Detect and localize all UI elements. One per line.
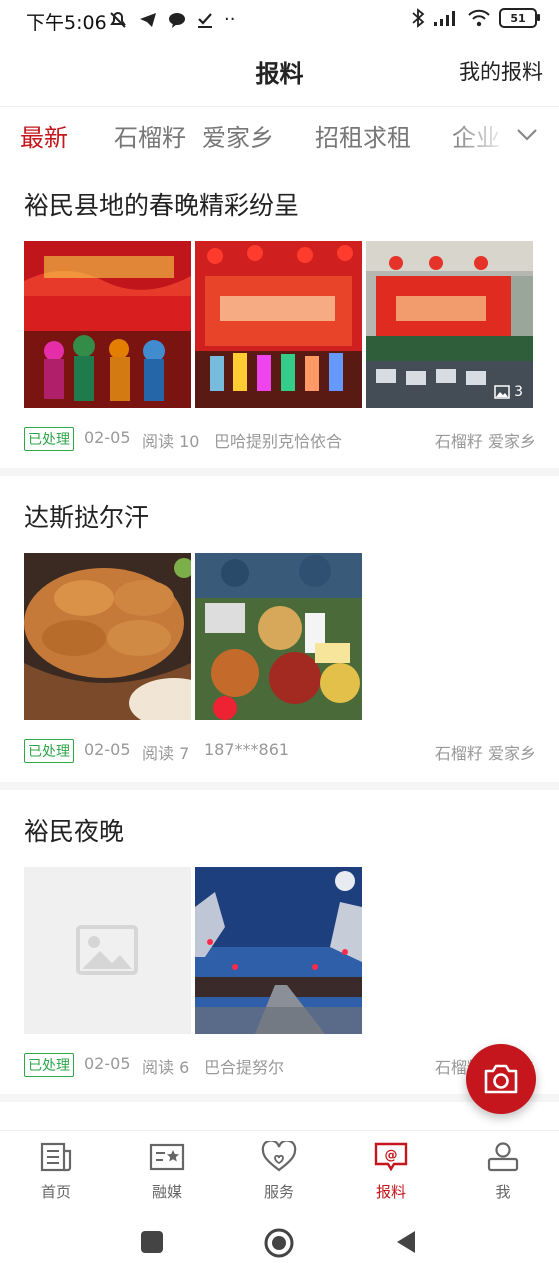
status-badge: 已处理 [24,739,74,763]
status-time: 下午5:06 [26,12,107,34]
tabs-fade [449,108,509,164]
post-image[interactable] [195,867,362,1034]
image-count: 3 [494,384,523,400]
nav-label: 首页 [40,1183,71,1201]
app-header: 报料 我的报料 [0,42,559,107]
post-title[interactable]: 裕民县地的春晚精彩纷呈 [24,186,299,222]
back-triangle-icon [397,1231,415,1253]
post-tags: 石榴籽 爱家乡 [434,744,536,763]
post-read-count: 阅读 7 [142,744,190,763]
post-meta: 已处理 02-05 阅读 7 187***861 石榴籽 爱家乡 [24,738,536,764]
tab-rental[interactable]: 招租求租 [315,118,411,153]
post-date: 02-05 [84,428,131,447]
image-placeholder-icon [24,867,191,1034]
report-chat-icon: @ [374,1142,408,1172]
image-icon [494,385,510,399]
camera-icon [484,1064,518,1094]
post-card[interactable]: 裕民县地的春晚精彩纷呈 3 已处理 02-05 阅读 10 巴哈提别克恰依合 石… [0,168,559,476]
new-report-camera-button[interactable] [466,1044,536,1114]
nav-home[interactable]: 首页 [16,1141,96,1202]
more-dots-icon: ·· [224,9,236,30]
post-image[interactable] [195,241,362,408]
signal-icon [434,11,455,26]
square-icon [141,1231,163,1253]
post-author: 巴哈提别克恰依合 [214,432,343,451]
post-title[interactable]: 达斯挞尔汗 [24,498,149,534]
image-placeholder [24,867,191,1034]
tab-aijiaxiang[interactable]: 爱家乡 [202,118,274,153]
tab-latest[interactable]: 最新 [20,118,68,153]
post-image[interactable] [24,241,191,408]
post-author: 巴合提努尔 [204,1058,285,1077]
check-download-icon [198,12,212,28]
post-images [24,867,536,1034]
system-nav-bar [0,1210,559,1280]
post-image[interactable]: 3 [366,241,533,408]
post-read-count: 阅读 6 [142,1058,190,1077]
post-images [24,553,536,720]
back-button[interactable] [395,1229,417,1259]
status-bar: 下午5:06 ·· 51 [0,0,559,42]
post-image[interactable] [195,553,362,720]
post-read-count: 阅读 10 [142,432,200,451]
post-date: 02-05 [84,1054,131,1073]
tab-shiliuzi[interactable]: 石榴籽 [114,118,186,153]
nav-label: 服务 [263,1183,294,1201]
chevron-down-icon[interactable] [515,122,539,146]
status-badge: 已处理 [24,427,74,451]
nav-label: 我 [495,1183,511,1201]
nav-report[interactable]: @ 报料 [351,1141,431,1202]
post-card[interactable]: 达斯挞尔汗 已处理 02-05 阅读 7 187***861 石榴籽 爱家乡 [0,480,559,790]
heart-icon [261,1139,297,1172]
bottom-nav: 首页 融媒 服务 @ 报料 我 [0,1130,559,1211]
my-reports-link[interactable]: 我的报料 [459,56,543,86]
nav-label: 报料 [375,1183,406,1201]
nav-media[interactable]: 融媒 [127,1141,207,1202]
wifi-icon [468,9,490,27]
telegram-icon [140,12,156,27]
nav-profile[interactable]: 我 [463,1141,543,1202]
category-tabs: 最新 石榴籽 爱家乡 招租求租 企业 [0,108,559,164]
user-icon [487,1142,519,1172]
message-icon [169,12,185,28]
media-card-icon [149,1143,185,1171]
nav-label: 融媒 [151,1183,182,1201]
circle-home-icon [264,1228,294,1258]
post-image[interactable] [24,553,191,720]
post-meta: 已处理 02-05 阅读 10 巴哈提别克恰依合 石榴籽 爱家乡 [24,426,536,452]
post-tags: 石榴籽 爱家乡 [434,432,536,451]
svg-text:@: @ [385,1148,398,1163]
post-meta: 已处理 02-05 阅读 6 巴合提努尔 石榴籽 爱家乡 [24,1052,536,1078]
post-images: 3 [24,241,536,408]
bluetooth-icon [412,8,425,28]
recent-apps-button[interactable] [140,1230,164,1258]
home-button[interactable] [263,1227,295,1263]
nav-services[interactable]: 服务 [239,1139,319,1202]
post-title[interactable]: 裕民夜晚 [24,812,124,848]
post-author: 187***861 [204,740,290,759]
status-badge: 已处理 [24,1053,74,1077]
mute-bell-icon [110,11,126,28]
battery-indicator: 51 [499,8,540,28]
post-date: 02-05 [84,740,131,759]
news-icon [40,1142,72,1172]
